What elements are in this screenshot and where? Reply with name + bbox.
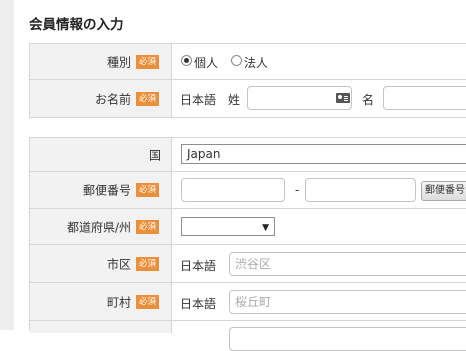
row-prefecture: 都道府県/州 必須 ▼ [30, 209, 466, 245]
value-cell: ▼ [172, 209, 466, 244]
address-table: 国 Japan 郵便番号 必須 - 郵便番号から住所 都道府県/州 必須 ▼ [29, 137, 466, 351]
country-value: Japan [187, 147, 221, 161]
postal-separator: - [295, 183, 300, 197]
country-select[interactable]: Japan [181, 144, 466, 164]
required-badge: 必須 [136, 256, 159, 271]
prefecture-label: 都道府県/州 [66, 220, 131, 234]
row-name: お名前 必須 日本語 姓 名 [30, 80, 466, 118]
label-cell: 種別 必須 [30, 44, 172, 79]
town-label: 町村 [106, 295, 131, 309]
postal-lookup-button[interactable]: 郵便番号から住所 [421, 181, 466, 201]
label-cell: お名前 必須 [30, 80, 172, 117]
page-title: 会員情報の入力 [29, 17, 124, 33]
value-cell: 日本語 桜丘町 [172, 283, 466, 320]
contact-card-icon [336, 93, 350, 103]
type-label: 種別 [106, 55, 131, 69]
town-lang-label: 日本語 [180, 297, 217, 311]
first-name-label: 名 [362, 93, 375, 107]
left-rail [0, 0, 14, 330]
required-badge: 必須 [136, 183, 159, 197]
postal-label: 郵便番号 [82, 183, 131, 198]
row-country: 国 Japan [30, 138, 466, 172]
value-cell [172, 321, 466, 351]
value-cell: 日本語 渋谷区 [172, 245, 466, 282]
label-cell: 郵便番号 必須 [30, 172, 172, 208]
city-lang-label: 日本語 [180, 259, 217, 273]
value-cell: 個人 法人 [172, 44, 466, 79]
postal-code-input-2[interactable] [305, 178, 416, 202]
radio-corporation-label[interactable]: 法人 [244, 54, 268, 71]
row-town: 町村 必須 日本語 桜丘町 [30, 283, 466, 321]
required-badge: 必須 [136, 54, 159, 69]
label-cell: 都道府県/州 必須 [30, 209, 172, 244]
country-label: 国 [148, 148, 161, 162]
label-cell: 町村 必須 [30, 283, 172, 320]
name-label: お名前 [94, 92, 131, 106]
label-cell: 国 [30, 138, 172, 171]
city-label: 市区 [106, 257, 131, 271]
town-input[interactable]: 桜丘町 [229, 290, 466, 314]
row-postal: 郵便番号 必須 - 郵便番号から住所 [30, 172, 466, 209]
label-cell [30, 321, 172, 333]
dropdown-arrow-icon: ▼ [262, 223, 269, 233]
city-input[interactable]: 渋谷区 [229, 252, 466, 276]
next-input-partial[interactable] [229, 327, 466, 351]
value-cell: - 郵便番号から住所 [172, 172, 466, 208]
radio-individual-label[interactable]: 個人 [194, 54, 218, 71]
postal-code-input-1[interactable] [181, 178, 285, 202]
required-badge: 必須 [136, 294, 159, 309]
row-next-partial [30, 321, 466, 351]
last-name-label: 姓 [228, 93, 241, 107]
member-type-name-table: 種別 必須 個人 法人 お名前 必須 日本語 姓 名 [29, 43, 466, 118]
required-badge: 必須 [136, 219, 159, 234]
value-cell: Japan [172, 138, 466, 171]
name-lang-label: 日本語 [180, 93, 217, 107]
prefecture-select[interactable]: ▼ [181, 217, 275, 236]
label-cell: 市区 必須 [30, 245, 172, 282]
value-cell: 日本語 姓 名 [172, 80, 466, 117]
required-badge: 必須 [136, 91, 159, 106]
first-name-input[interactable] [383, 86, 466, 110]
radio-individual[interactable] [181, 55, 192, 66]
radio-corporation[interactable] [231, 55, 242, 66]
row-city: 市区 必須 日本語 渋谷区 [30, 245, 466, 283]
row-type: 種別 必須 個人 法人 [30, 44, 466, 80]
